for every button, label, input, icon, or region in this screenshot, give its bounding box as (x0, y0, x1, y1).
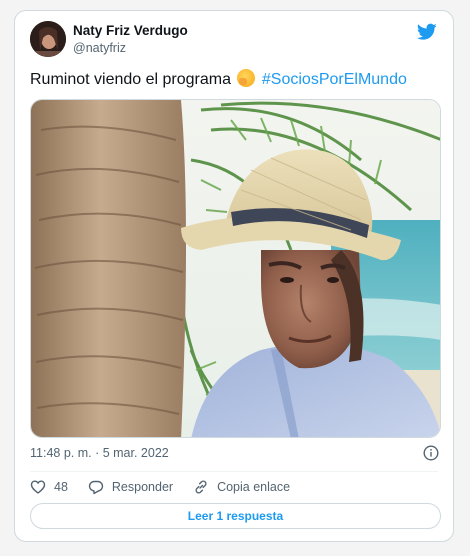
reply-icon (88, 480, 104, 495)
hashtag-link[interactable]: #SociosPorElMundo (262, 71, 407, 88)
divider (30, 471, 438, 472)
like-count: 48 (54, 480, 68, 494)
read-replies-button[interactable]: Leer 1 respuesta (30, 503, 441, 529)
info-icon[interactable] (423, 445, 439, 461)
heart-icon (30, 480, 46, 494)
tweet-actions: 48 Responder Copia enlace (30, 478, 310, 496)
link-icon (195, 480, 207, 494)
tweet-card: Naty Friz Verdugo @natyfriz Ruminot vien… (14, 10, 454, 542)
reply-button[interactable]: Responder (88, 479, 173, 495)
tweet-timestamp[interactable]: 11:48 p. m. · 5 mar. 2022 (30, 446, 169, 460)
author-name[interactable]: Naty Friz Verdugo (73, 23, 188, 38)
copy-link-label: Copia enlace (217, 480, 291, 494)
twitter-bird-icon[interactable] (417, 23, 437, 41)
copy-link-button[interactable]: Copia enlace (193, 479, 290, 495)
avatar[interactable] (30, 21, 66, 57)
like-button[interactable]: 48 (30, 479, 68, 495)
tweet-text: Ruminot viendo el programa #SociosPorElM… (30, 69, 407, 89)
face-with-hand-over-mouth-icon (237, 69, 256, 87)
author-handle[interactable]: @natyfriz (73, 41, 126, 55)
tweet-text-body: Ruminot viendo el programa (30, 71, 236, 88)
tweet-photo[interactable] (30, 99, 441, 438)
reply-label: Responder (111, 480, 174, 494)
